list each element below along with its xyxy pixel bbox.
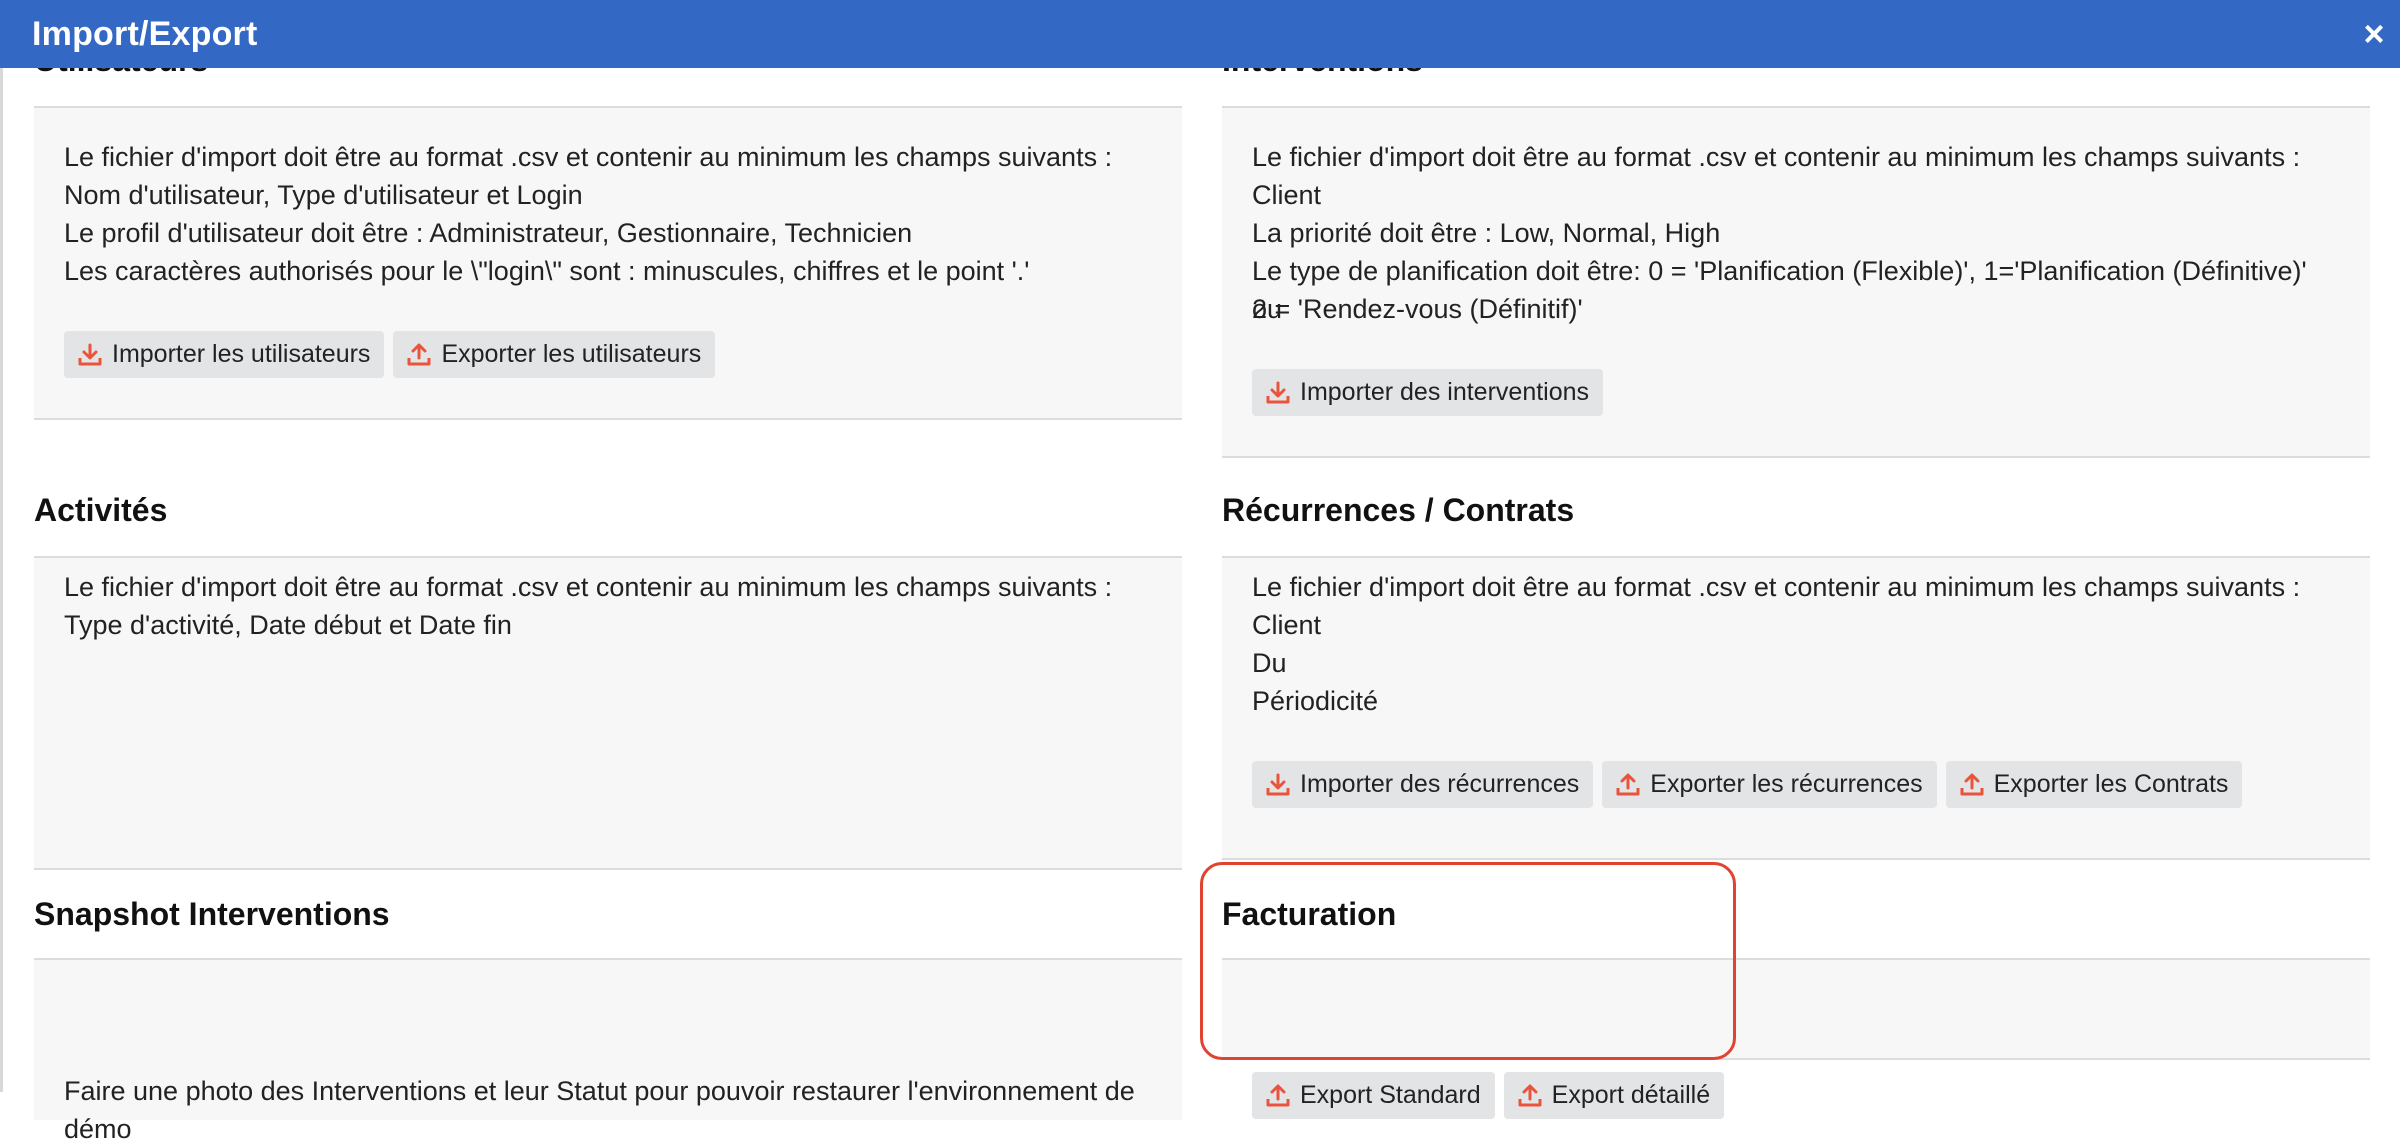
section-facturation: Facturation Export Standard Export détai…	[1222, 880, 2370, 1119]
left-edge-border	[0, 68, 3, 1092]
section-panel: Le fichier d'import doit être au format …	[34, 558, 1182, 870]
section-title: Récurrences / Contrats	[1222, 492, 1575, 528]
button-label: Export détaillé	[1551, 1081, 1711, 1109]
export-users-button[interactable]: Exporter les utilisateurs	[393, 331, 716, 378]
description-line: Périodicité	[1252, 686, 1379, 716]
button-row: Importer les utilisateurs Exporter les u…	[64, 331, 716, 378]
description-line: Type d'activité, Date début et Date fin	[64, 610, 512, 640]
export-icon	[1518, 1084, 1542, 1106]
description-line: Le fichier d'import doit être au format …	[64, 142, 1113, 172]
section-panel: Le fichier d'import doit être au format …	[1222, 108, 2370, 458]
button-label: Exporter les récurrences	[1650, 770, 1923, 798]
section-recurrences: Récurrences / Contrats Le fichier d'impo…	[1222, 480, 2370, 864]
import-interventions-button[interactable]: Importer des interventions	[1252, 369, 1604, 416]
button-label: Importer des récurrences	[1300, 770, 1580, 798]
description-line: Du	[1252, 648, 1287, 678]
description-line: démo	[64, 1114, 132, 1144]
description-line: Client	[1252, 610, 1322, 640]
button-row: Importer des interventions	[1252, 369, 1604, 416]
import-icon	[78, 343, 102, 365]
export-icon	[407, 343, 431, 365]
section-interventions: Interventions Le fichier d'import doit ê…	[1222, 0, 2370, 460]
export-recurrences-button[interactable]: Exporter les récurrences	[1602, 761, 1937, 808]
description-line: La priorité doit être : Low, Normal, Hig…	[1252, 218, 1721, 248]
section-panel: Le fichier d'import doit être au format …	[34, 108, 1182, 420]
button-row: Importer des récurrences Exporter les ré…	[1252, 761, 2243, 808]
export-detailed-button[interactable]: Export détaillé	[1503, 1072, 1725, 1119]
description-line: Le fichier d'import doit être au format …	[64, 572, 1113, 602]
button-label: Importer les utilisateurs	[112, 340, 371, 368]
button-label: Exporter les utilisateurs	[441, 340, 702, 368]
export-standard-button[interactable]: Export Standard	[1252, 1072, 1495, 1119]
close-icon[interactable]: ×	[2352, 12, 2396, 56]
export-icon	[1960, 773, 1984, 795]
button-label: Importer des interventions	[1300, 378, 1590, 406]
section-title: Activités	[34, 492, 168, 528]
import-icon	[1266, 773, 1290, 795]
description-line: Faire une photo des Interventions et leu…	[64, 1076, 1135, 1106]
section-panel: Faire une photo des Interventions et leu…	[34, 960, 1182, 1144]
description-line: Le profil d'utilisateur doit être : Admi…	[64, 218, 913, 248]
description-line: 2 = 'Rendez-vous (Définitif)'	[1252, 294, 1583, 324]
export-contracts-button[interactable]: Exporter les Contrats	[1945, 761, 2243, 808]
description-line: Le fichier d'import doit être au format …	[1252, 572, 2301, 602]
section-panel: Le fichier d'import doit être au format …	[1222, 558, 2370, 860]
import-users-button[interactable]: Importer les utilisateurs	[64, 331, 385, 378]
button-label: Exporter les Contrats	[1993, 770, 2229, 798]
section-snapshot: Snapshot Interventions Faire une photo d…	[34, 880, 1182, 1144]
import-recurrences-button[interactable]: Importer des récurrences	[1252, 761, 1594, 808]
import-icon	[1266, 381, 1290, 403]
description-line: Les caractères authorisés pour le \"logi…	[64, 256, 1030, 286]
export-icon	[1616, 773, 1640, 795]
export-icon	[1266, 1084, 1290, 1106]
dialog-header: Import/Export ×	[0, 0, 2400, 68]
button-row: Export Standard Export détaillé	[1252, 1072, 1725, 1119]
section-title: Facturation	[1222, 896, 1397, 932]
dialog-title: Import/Export	[32, 14, 258, 53]
section-panel: Export Standard Export détaillé	[1222, 960, 2370, 1119]
button-label: Export Standard	[1300, 1081, 1481, 1109]
description-line: Le fichier d'import doit être au format …	[1252, 142, 2301, 172]
description-line: Nom d'utilisateur, Type d'utilisateur et…	[64, 180, 583, 210]
description-line: Client	[1252, 180, 1322, 210]
section-activites: Activités Le fichier d'import doit être …	[34, 480, 1182, 870]
section-title: Snapshot Interventions	[34, 896, 390, 932]
